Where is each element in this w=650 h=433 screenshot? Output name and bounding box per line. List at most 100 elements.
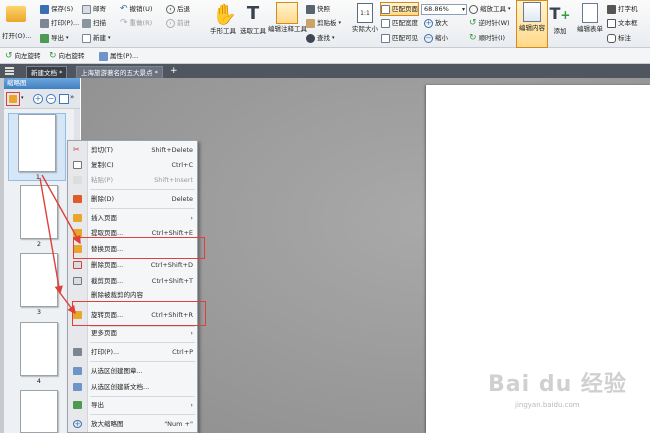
select-tool-button[interactable]: T 选取工具 <box>238 2 268 35</box>
more-pages-icon <box>73 329 82 337</box>
menu-item-create-stamp[interactable]: 从选区创建图章... <box>68 365 197 377</box>
menu-item-paste[interactable]: 粘贴(P) Shift+Insert <box>68 174 197 186</box>
zoom-out-button[interactable]: − 缩小 <box>424 32 448 44</box>
menu-item-enlarge-thumbnail[interactable]: + 放大缩略图 "Num +" <box>68 418 197 430</box>
fit-visible-button[interactable]: 匹配可见 <box>381 32 418 44</box>
zoom-in-icon: + <box>424 18 433 28</box>
rotate-clockwise-button[interactable]: ↻ 顺时针(I) <box>469 32 505 44</box>
page-thumbnail-1[interactable] <box>18 114 56 172</box>
new-button[interactable]: 新建 ▾ <box>82 32 111 44</box>
fit-width-icon <box>381 18 390 28</box>
save-button[interactable]: 保存(S) <box>40 3 73 15</box>
menu-item-more-pages[interactable]: 更多页面 › <box>68 327 197 339</box>
menu-item-crop-page[interactable]: 截剪页面... Ctrl+Shift+T <box>68 275 197 287</box>
page-thumbnail-2[interactable] <box>20 185 58 239</box>
fit-page-button[interactable]: 匹配页面 <box>380 2 419 16</box>
hand-tool-button[interactable]: ✋ 手形工具 <box>208 2 238 35</box>
actual-size-icon: 1:1 <box>357 3 373 23</box>
page-options-button[interactable] <box>6 92 20 106</box>
page-thumbnail-3[interactable] <box>20 253 58 307</box>
actual-size-button[interactable]: 1:1 实际大小 <box>350 2 380 33</box>
back-button[interactable]: ‹ 后退 <box>166 3 190 15</box>
menu-icon[interactable] <box>5 67 14 75</box>
new-doc-icon <box>82 33 91 43</box>
ribbon-toolbar: 打开(O)... 保存(S) 打印(P)... 导出 ▾ 邮寄 扫描 新建 ▾ ↶ 撤… <box>0 0 650 48</box>
typewriter-button[interactable]: 打字机 <box>607 3 638 15</box>
camera-icon <box>306 4 315 14</box>
binoculars-icon <box>306 33 315 43</box>
rotate-thumbnail-icon[interactable] <box>59 94 69 104</box>
menu-item-delete-page[interactable]: 删除页面... Ctrl+Shift+D <box>68 259 197 271</box>
callout-button[interactable]: 标注 <box>607 32 631 44</box>
undo-button[interactable]: ↶ 撤销(U) <box>120 3 152 15</box>
edit-content-button[interactable]: 编辑内容 <box>516 0 548 48</box>
snapshot-button[interactable]: 快照 <box>306 3 330 15</box>
menu-item-cut[interactable]: ✂ 剪切(T) Shift+Delete <box>68 144 197 156</box>
rotate-right-button[interactable]: ↻ 向右旋转 <box>49 50 85 62</box>
edit-content-icon <box>523 2 541 22</box>
export-icon <box>40 33 49 43</box>
add-button[interactable]: T+ 添加 <box>548 2 572 35</box>
copy-icon <box>73 161 82 169</box>
delete-page-icon <box>73 261 82 269</box>
print-button[interactable]: 打印(P)... <box>40 17 79 29</box>
zoom-out-thumbnail-icon[interactable]: − <box>46 94 56 104</box>
zoom-in-button[interactable]: + 放大 <box>424 17 448 29</box>
clipboard-button[interactable]: 剪贴板 ▾ <box>306 17 341 29</box>
rotate-counterclockwise-button[interactable]: ↺ 逆时针(W) <box>469 17 510 29</box>
highlight-rotate-page <box>72 301 206 326</box>
scan-button[interactable]: 扫描 <box>82 17 106 29</box>
insert-page-icon <box>73 214 82 222</box>
edit-form-button[interactable]: 编辑表单 <box>574 2 606 33</box>
rotate-right-icon: ↻ <box>469 33 477 43</box>
tab-shanghai-document[interactable]: 上海旅游著名的五大景点 * <box>76 66 163 78</box>
page-number-2: 2 <box>36 240 42 248</box>
export-button[interactable]: 导出 ▾ <box>40 32 69 44</box>
menu-item-export[interactable]: 导出 › <box>68 399 197 411</box>
page-thumbnail-5[interactable] <box>20 390 58 433</box>
textbox-button[interactable]: 文本框 <box>607 17 638 29</box>
redo-icon: ↷ <box>120 18 128 28</box>
scanner-icon <box>82 18 91 28</box>
menu-item-insert-page[interactable]: 插入页面 › <box>68 212 197 224</box>
stamp-icon <box>73 367 82 375</box>
forward-button[interactable]: › 前进 <box>166 17 190 29</box>
redo-button[interactable]: ↷ 重做(R) <box>120 17 152 29</box>
menu-item-create-document[interactable]: 从选区创建新文档... <box>68 381 197 393</box>
clipboard-icon <box>306 18 315 28</box>
envelope-icon <box>82 4 91 14</box>
zoom-level-input[interactable]: 68.86% <box>421 4 467 15</box>
extract-page-icon <box>73 229 82 237</box>
page-thumbnail-4[interactable] <box>20 322 58 376</box>
email-button[interactable]: 邮寄 <box>82 3 106 15</box>
zoom-in-thumbnail-icon[interactable]: + <box>33 94 43 104</box>
back-arrow-icon: ‹ <box>166 4 175 14</box>
properties-icon <box>99 51 108 61</box>
export-icon <box>73 401 82 409</box>
properties-button[interactable]: 属性(P)... <box>99 50 138 62</box>
typewriter-icon <box>607 4 616 14</box>
crop-page-icon <box>73 277 82 285</box>
panel-toolbar: ▾ + − » <box>4 89 80 109</box>
open-button[interactable]: 打开(O)... <box>2 2 31 40</box>
delete-cropped-icon <box>73 291 82 299</box>
menu-item-print[interactable]: 打印(P)... Ctrl+P <box>68 346 197 358</box>
zoom-in-icon: + <box>73 420 82 428</box>
fit-width-button[interactable]: 匹配宽度 <box>381 17 418 29</box>
hand-icon: ✋ <box>212 2 237 26</box>
page-number-4: 4 <box>36 377 42 385</box>
scissors-icon: ✂ <box>73 145 80 154</box>
more-chevron-icon[interactable]: » <box>70 93 74 101</box>
find-button[interactable]: 查找 ▾ <box>306 32 335 44</box>
tab-new-document[interactable]: 新建文档 * <box>26 66 68 78</box>
text-select-icon: T <box>246 3 260 24</box>
zoom-tool-button[interactable]: 缩放工具 ▾ <box>469 3 511 15</box>
rotate-left-button[interactable]: ↺ 向左旋转 <box>5 50 41 62</box>
menu-item-delete-cropped[interactable]: 删除被裁剪的内容 <box>68 289 197 301</box>
watermark-url: jingyan.baidu.com <box>515 401 580 409</box>
page-options-icon <box>9 95 17 103</box>
menu-item-copy[interactable]: 复制(C) Ctrl+C <box>68 159 197 171</box>
add-tab-icon[interactable]: + <box>170 65 178 77</box>
edit-annotation-button[interactable]: 编辑注释工具 <box>268 2 307 33</box>
menu-item-delete[interactable]: 删除(D) Delete <box>68 193 197 205</box>
